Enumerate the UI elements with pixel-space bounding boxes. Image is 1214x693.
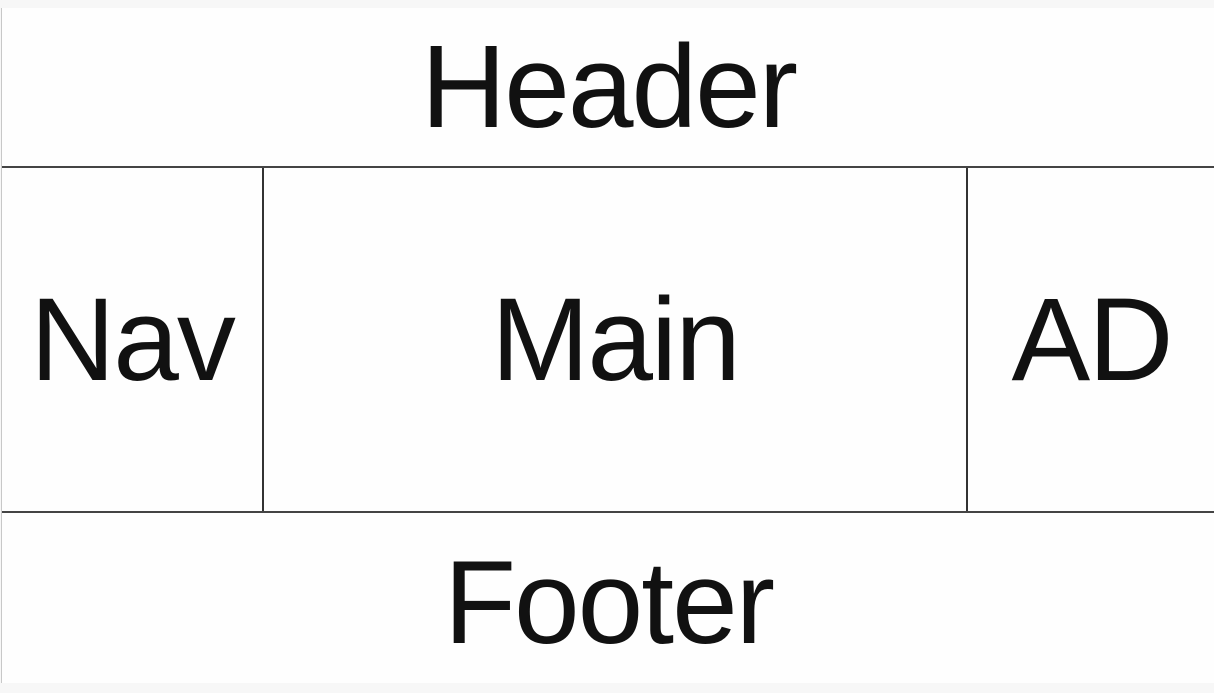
ad-label: AD [1011, 273, 1174, 406]
nav-label: Nav [30, 273, 236, 406]
footer-label: Footer [443, 537, 775, 669]
nav-region: Nav [2, 168, 262, 511]
ad-region: AD [968, 168, 1214, 511]
footer-region: Footer [2, 513, 1214, 693]
layout-diagram: Header Nav Main AD Footer [1, 8, 1214, 683]
header-label: Header [420, 21, 798, 153]
main-label: Main [491, 273, 741, 406]
header-region: Header [2, 8, 1214, 166]
main-region: Main [264, 168, 966, 511]
